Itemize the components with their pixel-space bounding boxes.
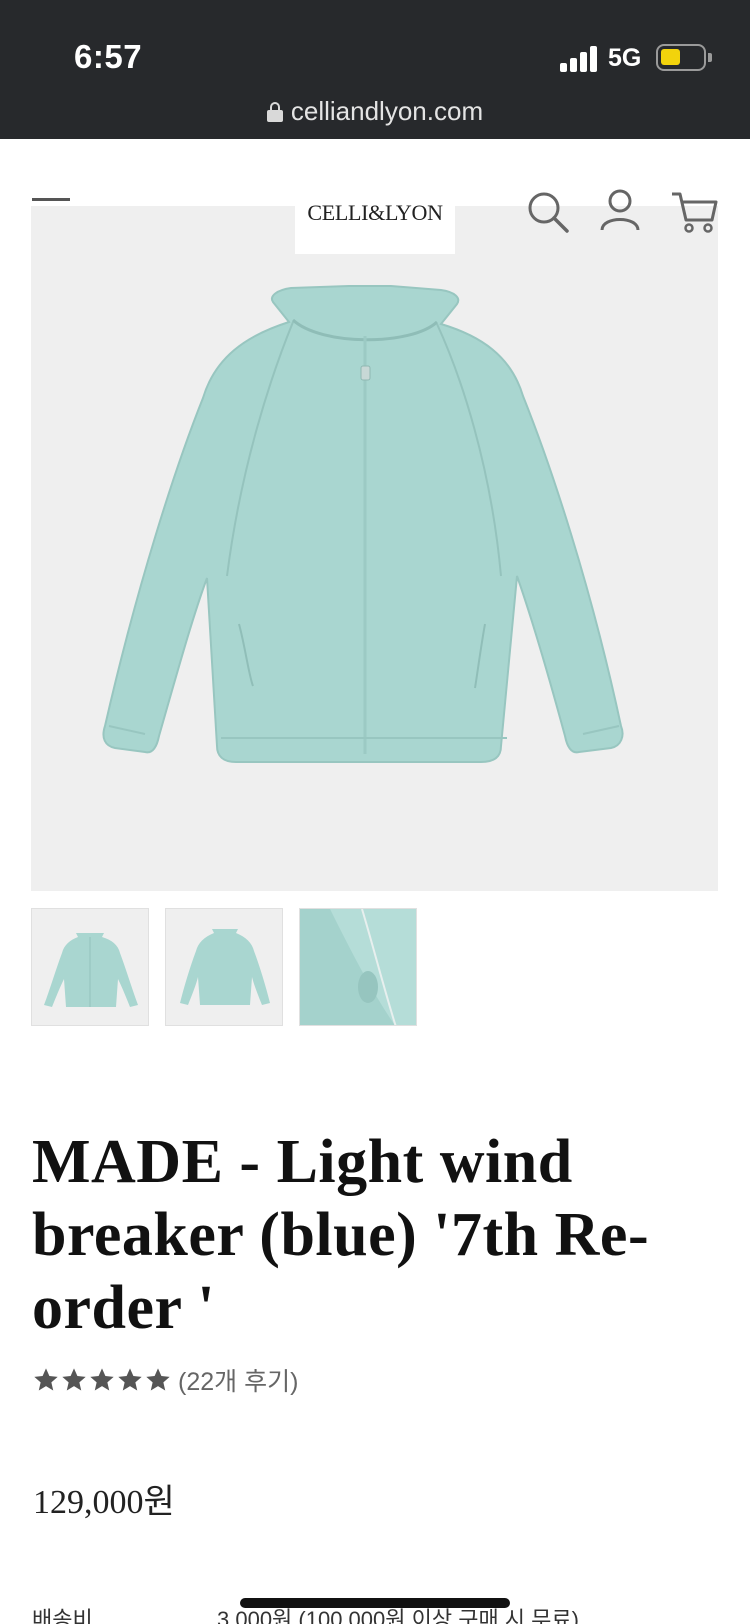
site-logo[interactable]: CELLI&LYON xyxy=(295,172,455,254)
user-icon[interactable] xyxy=(598,188,642,232)
shipping-label: 배송비 xyxy=(32,1607,93,1624)
star-icon xyxy=(146,1368,170,1391)
thumbnail-detail-icon xyxy=(300,909,416,1025)
address-bar[interactable]: celliandlyon.com xyxy=(0,96,750,127)
battery-icon xyxy=(656,44,712,71)
logo-text: CELLI&LYON xyxy=(307,200,443,225)
rating-stars xyxy=(32,1366,172,1394)
search-icon[interactable] xyxy=(526,190,570,234)
product-price: 129,000원 xyxy=(33,1484,175,1521)
browser-top-bar: 6:57 5G celliandlyon.com xyxy=(0,0,750,139)
product-main-image[interactable] xyxy=(31,206,718,891)
thumbnail-front[interactable] xyxy=(31,908,149,1026)
thumbnail-back[interactable] xyxy=(165,908,283,1026)
product-rating[interactable]: (22개 후기) xyxy=(32,1362,298,1398)
thumbnail-detail[interactable] xyxy=(299,908,417,1026)
cart-icon[interactable] xyxy=(670,190,718,234)
product-title: MADE - Light wind breaker (blue) '7th Re… xyxy=(32,1128,650,1342)
url-text: celliandlyon.com xyxy=(290,96,484,126)
thumbnail-jacket-icon xyxy=(44,933,138,1007)
signal-icon xyxy=(560,46,600,72)
jacket-illustration xyxy=(102,285,624,763)
star-icon xyxy=(62,1368,86,1391)
network-type: 5G xyxy=(608,44,642,72)
lock-icon xyxy=(266,102,283,122)
star-icon xyxy=(90,1368,114,1391)
thumbnail-jacket-icon xyxy=(180,929,270,1005)
review-count[interactable]: (22개 후기) xyxy=(178,1362,298,1398)
star-icon xyxy=(118,1368,142,1391)
status-time: 6:57 xyxy=(74,38,143,75)
star-icon xyxy=(34,1368,58,1391)
home-indicator xyxy=(240,1598,510,1608)
